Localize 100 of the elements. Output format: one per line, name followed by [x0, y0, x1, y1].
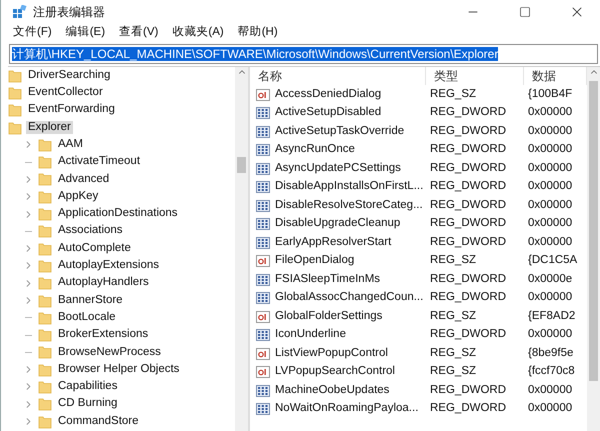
tree-item[interactable]: CommandStore	[56, 414, 141, 428]
folder-icon	[38, 224, 52, 238]
list-scrollbar[interactable]	[587, 67, 600, 431]
value-name: FSIASleepTimeInMs	[274, 272, 380, 287]
value-type: REG_DWORD	[429, 198, 508, 213]
value-data: 0x00000	[527, 143, 574, 158]
string-value-icon	[256, 365, 270, 380]
tree-item[interactable]: EventForwarding	[26, 103, 117, 118]
tree-item[interactable]: ApplicationDestinations	[56, 207, 180, 221]
binary-value-icon	[256, 236, 270, 250]
binary-value-icon	[256, 162, 270, 176]
menu-item[interactable]: 查看(V)	[119, 26, 158, 40]
menu-item[interactable]: 编辑(E)	[66, 26, 106, 40]
folder-icon	[8, 68, 22, 83]
tree-item[interactable]: Associations	[56, 224, 125, 238]
value-name: ActiveSetupTaskOverride	[274, 124, 404, 139]
tree-item[interactable]: AutoComplete	[56, 242, 133, 256]
value-data: 0x00000	[527, 180, 574, 194]
folder-icon	[38, 155, 52, 170]
folder-icon	[38, 294, 52, 308]
binary-value-icon	[256, 328, 270, 342]
value-data: 0x00000	[527, 291, 574, 306]
address-field[interactable]: 计算机\HKEY_LOCAL_MACHINE\SOFTWARE\Microsoft\Windows\CurrentVersion\Explorer	[9, 44, 598, 64]
value-name: AccessDeniedDialog	[274, 88, 382, 102]
value-name: GlobalFolderSettings	[274, 310, 382, 324]
value-data: {DC1C5A	[527, 254, 578, 268]
value-type: REG_SZ	[429, 346, 478, 361]
tree-item[interactable]: ActivateTimeout	[56, 155, 142, 170]
folder-icon	[38, 138, 52, 152]
value-data: 0x00000	[527, 198, 574, 213]
value-name: NoWaitOnRoamingPayloa...	[274, 402, 418, 416]
value-type: REG_DWORD	[429, 272, 508, 287]
tree-item[interactable]: AutoplayHandlers	[56, 276, 151, 290]
value-name: FileOpenDialog	[274, 254, 354, 268]
tree-item[interactable]: CD Burning	[56, 397, 120, 412]
column-header[interactable]: 类型	[426, 67, 524, 86]
value-type: REG_DWORD	[429, 180, 508, 194]
scrollbar-thumb[interactable]	[589, 81, 598, 381]
value-type: REG_DWORD	[429, 124, 508, 139]
value-type: REG_SZ	[429, 88, 478, 102]
value-data: 0x00000	[527, 236, 574, 250]
binary-value-icon	[256, 272, 270, 287]
value-type: REG_DWORD	[429, 328, 508, 342]
value-data: 0x00000	[527, 402, 574, 416]
window-title: 注册表编辑器	[33, 4, 106, 20]
value-type: REG_DWORD	[429, 236, 508, 250]
value-data: {100B4F	[527, 88, 574, 102]
folder-icon	[38, 380, 52, 394]
value-type: REG_SZ	[429, 365, 478, 380]
column-header[interactable]: 名称	[250, 67, 426, 86]
value-name: LVPopupSearchControl	[274, 365, 395, 380]
value-data: 0x00000	[527, 162, 574, 176]
tree-item[interactable]: BannerStore	[56, 294, 125, 308]
value-name: ListViewPopupControl	[274, 346, 388, 361]
string-value-icon	[256, 88, 270, 102]
binary-value-icon	[256, 217, 270, 232]
value-data: 0x00000	[527, 217, 574, 232]
folder-icon	[38, 258, 52, 273]
value-data: {EF8AD2	[527, 310, 576, 324]
tree-item[interactable]: BrowseNewProcess	[56, 346, 163, 360]
folder-icon	[38, 310, 52, 325]
binary-value-icon	[256, 143, 270, 158]
value-name: GlobalAssocChangedCoun...	[274, 291, 424, 306]
value-type: REG_SZ	[429, 254, 478, 268]
tree-scrollbar[interactable]	[235, 67, 248, 431]
folder-icon	[8, 86, 22, 100]
menu-item[interactable]: 收藏夹(A)	[172, 26, 224, 40]
binary-value-icon	[256, 198, 270, 213]
maximize-icon[interactable]	[519, 6, 531, 18]
tree-item[interactable]: AutoplayExtensions	[56, 259, 162, 273]
value-name: MachineOobeUpdates	[274, 384, 390, 398]
value-type: REG_DWORD	[429, 143, 508, 158]
folder-icon	[38, 172, 52, 186]
tree-item[interactable]: AppKey	[56, 190, 100, 204]
menu-item[interactable]: 帮助(H)	[238, 26, 278, 40]
tree-item[interactable]: AAM	[56, 138, 85, 152]
value-name: DisableResolveStoreCateg...	[274, 198, 423, 213]
value-name: AsyncUpdatePCSettings	[274, 162, 401, 176]
value-data: 0x00000	[527, 384, 574, 398]
string-value-icon	[256, 254, 270, 268]
scrollbar-thumb[interactable]	[237, 157, 246, 173]
tree-item[interactable]: EventCollector	[26, 86, 105, 100]
value-name: DisableUpgradeCleanup	[274, 217, 400, 232]
tree-item[interactable]: Capabilities	[56, 380, 120, 394]
folder-icon	[8, 120, 22, 135]
string-value-icon	[256, 346, 270, 361]
value-type: REG_SZ	[429, 310, 478, 324]
tree-item[interactable]: Advanced	[56, 172, 112, 186]
tree-item[interactable]: DriverSearching	[26, 68, 112, 83]
value-data: 0x00000	[527, 106, 574, 120]
tree-item[interactable]: BootLocale	[56, 310, 118, 325]
value-type: REG_DWORD	[429, 217, 508, 232]
registry-app-icon	[13, 5, 27, 19]
tree-item[interactable]: Explorer	[26, 120, 73, 134]
tree-item[interactable]: BrokerExtensions	[56, 328, 150, 342]
value-type: REG_DWORD	[429, 402, 508, 416]
tree-item[interactable]: Browser Helper Objects	[56, 362, 182, 377]
menu-item[interactable]: 文件(F)	[13, 26, 52, 40]
binary-value-icon	[256, 402, 270, 416]
value-name: EarlyAppResolverStart	[274, 236, 392, 250]
